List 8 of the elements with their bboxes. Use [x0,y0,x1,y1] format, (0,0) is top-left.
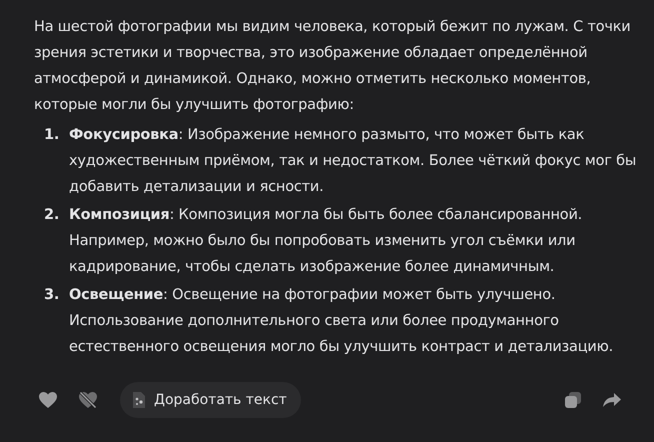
list-item-text: Освещение: Освещение на фотографии может быть улучшено. Использование дополнительного света или более продуманного естественного освещения могло бы улучшить контраст и детализацию. [69,286,614,357]
list-number: 2. [43,206,60,225]
list-item-text: Композиция: Композиция могла бы быть более сбалансированной. Например, можно было бы попробовать изменить угол съёмки или кадрирование, чтобы сделать изображение более динамичным. [69,206,584,277]
list-number: 3. [43,286,60,305]
list-item-text: Фокусировка: Изображение немного размыто, что может быть как художественным приёмом, так и недостатком. Более чёткий фокус мог бы добавить детализации и ясности. [69,126,638,197]
list-number: 1. [43,126,60,145]
message-text: На шестой фотографии мы видим человека, который бежит по лужам. С точки зрения эстетики и творчества, это изображение обладает определённой атмосферой и динамикой. Однако, можно отметить несколько моментов, которые могли бы улучшить фотографию: [34,18,632,115]
improve-text-button[interactable]: Доработать текст [120,382,301,418]
